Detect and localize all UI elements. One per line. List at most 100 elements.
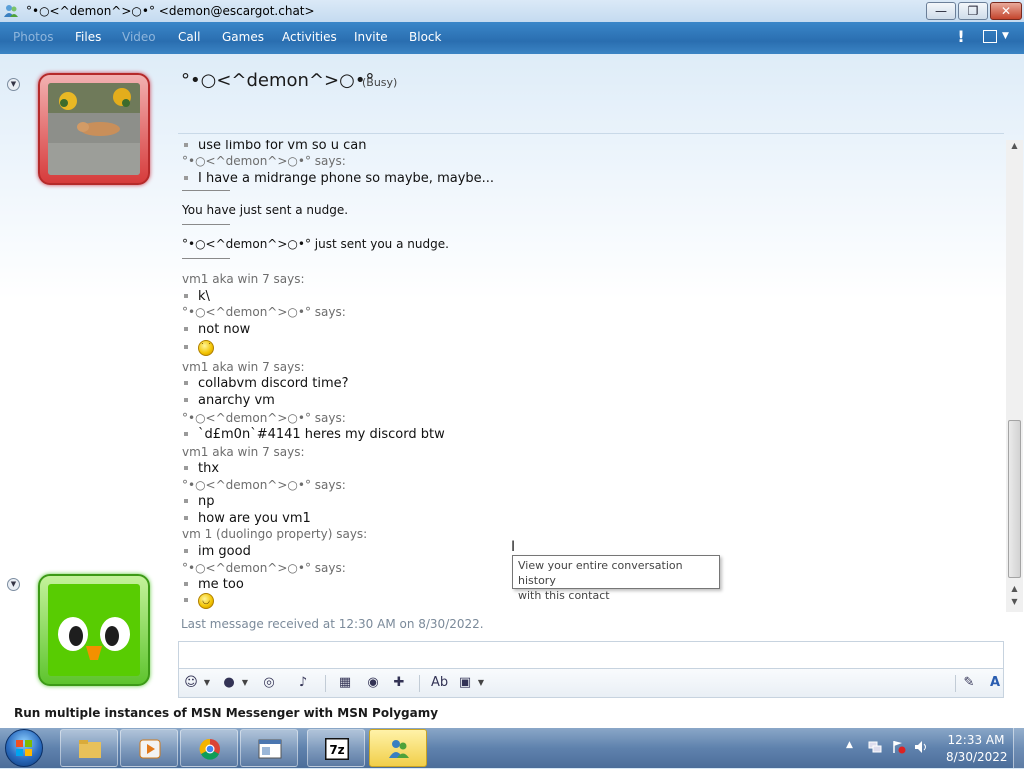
handwriting-icon[interactable]: ✎ (961, 675, 977, 691)
send-files-icon[interactable]: ▣ (457, 675, 473, 691)
message-separator (182, 224, 230, 225)
emoticon-icon[interactable]: ☺ (183, 675, 199, 691)
clock-time[interactable]: 12:33 AM (946, 733, 1006, 747)
collapse-user-pane-icon[interactable]: ▼ (7, 578, 20, 591)
conversation-history[interactable]: use limbo for vm so u can °•○<^demon^>○•… (176, 140, 1005, 612)
messenger-icon (389, 740, 409, 758)
message-sender: °•○<^demon^>○•° says: (182, 154, 346, 168)
alert-icon[interactable]: ! (956, 27, 966, 46)
layout-dropdown-icon[interactable]: ▼ (1002, 31, 1009, 41)
wink-dropdown-icon[interactable]: ▼ (241, 675, 249, 691)
messenger-app-icon[interactable] (3, 3, 19, 19)
winks-icon[interactable]: ✚ (391, 675, 407, 691)
menu-activities[interactable]: Activities (282, 30, 337, 44)
toolbar-divider (955, 675, 956, 692)
maximize-button[interactable]: ❐ (958, 2, 988, 20)
message-text: me too (198, 577, 244, 592)
window-title: °•○<^demon^>○•° <demon@escargot.chat> (26, 4, 315, 18)
font-icon[interactable]: Ab (431, 675, 448, 691)
message-separator (182, 258, 230, 259)
start-button[interactable] (5, 729, 43, 767)
message-sender: vm 1 (duolingo property) says: (182, 527, 368, 541)
send-files-dropdown-icon[interactable]: ▼ (477, 675, 485, 691)
user-display-picture (48, 584, 140, 676)
message-line: ˙ ˙ (184, 340, 214, 356)
message-line: np (184, 494, 215, 509)
collapse-contact-pane-icon[interactable]: ▼ (7, 78, 20, 91)
message-line: how are you vm1 (184, 511, 311, 526)
close-button[interactable]: ✕ (990, 2, 1022, 20)
tongue-out-emoticon-icon: ˙ ˙ (198, 340, 214, 356)
show-desktop-button[interactable] (1013, 728, 1024, 768)
message-input[interactable] (178, 641, 1004, 668)
menu-call[interactable]: Call (178, 30, 200, 44)
bullet-icon (184, 598, 188, 602)
menu-block[interactable]: Block (409, 30, 441, 44)
message-line: me too (184, 577, 244, 592)
message-line: `d£m0n`#4141 heres my discord btw (184, 427, 445, 442)
contact-name[interactable]: °•○<^demon^>○•° (181, 70, 374, 91)
action-center-icon[interactable] (892, 740, 906, 754)
bullet-icon (184, 175, 188, 180)
text-cursor-icon: I (511, 539, 516, 555)
message-line: k\ (184, 289, 210, 304)
scrollbar-thumb[interactable] (1008, 420, 1021, 578)
title-bar: °•○<^demon^>○•° <demon@escargot.chat> — … (0, 0, 1024, 22)
toolbar-divider (419, 675, 420, 692)
contact-avatar[interactable] (38, 73, 150, 185)
background-icon[interactable]: ▦ (337, 675, 353, 691)
message-line: not now (184, 322, 250, 337)
text-icon[interactable]: A (987, 675, 1003, 691)
show-hidden-icons-icon[interactable]: ▲ (846, 740, 853, 750)
voice-clip-icon[interactable]: ♪ (295, 675, 311, 691)
last-message-timestamp: Last message received at 12:30 AM on 8/3… (181, 617, 484, 631)
message-sender: °•○<^demon^>○•° says: (182, 561, 346, 575)
message-text: use limbo for vm so u can (198, 140, 367, 153)
taskbar-explorer[interactable] (60, 729, 118, 767)
clock-date[interactable]: 8/30/2022 (946, 750, 1008, 764)
volume-icon[interactable] (914, 740, 928, 754)
emoticon-dropdown-icon[interactable]: ▼ (203, 675, 211, 691)
message-text: I have a midrange phone so maybe, maybe.… (198, 171, 495, 186)
menu-photos[interactable]: Photos (13, 30, 53, 44)
user-avatar[interactable] (38, 574, 150, 686)
emoticon-face: ◡ (202, 596, 210, 606)
menu-games[interactable]: Games (222, 30, 264, 44)
bullet-icon (184, 581, 188, 586)
network-icon[interactable] (868, 740, 882, 754)
message-line: thx (184, 461, 219, 476)
message-line: anarchy vm (184, 393, 275, 408)
nudge-icon[interactable]: ◎ (261, 675, 277, 691)
folder-icon (79, 740, 101, 758)
menu-files[interactable]: Files (75, 30, 101, 44)
message-line: ◡ (184, 593, 214, 609)
message-sender: vm1 aka win 7 says: (182, 272, 305, 286)
minimize-button[interactable]: — (926, 2, 956, 20)
contact-display-picture (48, 83, 140, 175)
message-text: k\ (198, 289, 210, 304)
bullet-icon (184, 326, 188, 331)
taskbar-media-player[interactable] (120, 729, 178, 767)
input-toolbar: ☺ ▼ ● ▼ ◎ ♪ ▦ ◉ ✚ Ab ▣ ▼ ✎ A (178, 668, 1004, 698)
tooltip-line: with this contact (518, 589, 610, 602)
smile-emoticon-icon: ◡ (198, 593, 214, 609)
footer-ad-text[interactable]: Run multiple instances of MSN Messenger … (14, 706, 438, 720)
scroll-up-icon[interactable]: ▲ (1008, 584, 1021, 596)
svg-text:7z: 7z (329, 743, 344, 757)
maximize-icon: ❐ (967, 4, 979, 18)
footer-ad[interactable]: Run multiple instances of MSN Messenger … (0, 701, 1024, 727)
scroll-up-icon[interactable]: ▲ (1008, 141, 1021, 153)
taskbar-7zip[interactable]: 7z (307, 729, 365, 767)
system-message: °•○<^demon^>○•° just sent you a nudge. (182, 237, 449, 251)
games-icon[interactable]: ◉ (365, 675, 381, 691)
bullet-icon (184, 380, 188, 385)
taskbar-messenger[interactable] (369, 729, 427, 767)
taskbar-chrome[interactable] (180, 729, 238, 767)
menu-invite[interactable]: Invite (354, 30, 388, 44)
bullet-icon (184, 548, 188, 553)
layout-options-icon[interactable] (983, 30, 997, 43)
wink-icon[interactable]: ● (221, 675, 237, 691)
menu-video[interactable]: Video (122, 30, 156, 44)
taskbar-window[interactable] (240, 729, 298, 767)
scroll-down-icon[interactable]: ▼ (1008, 597, 1021, 609)
